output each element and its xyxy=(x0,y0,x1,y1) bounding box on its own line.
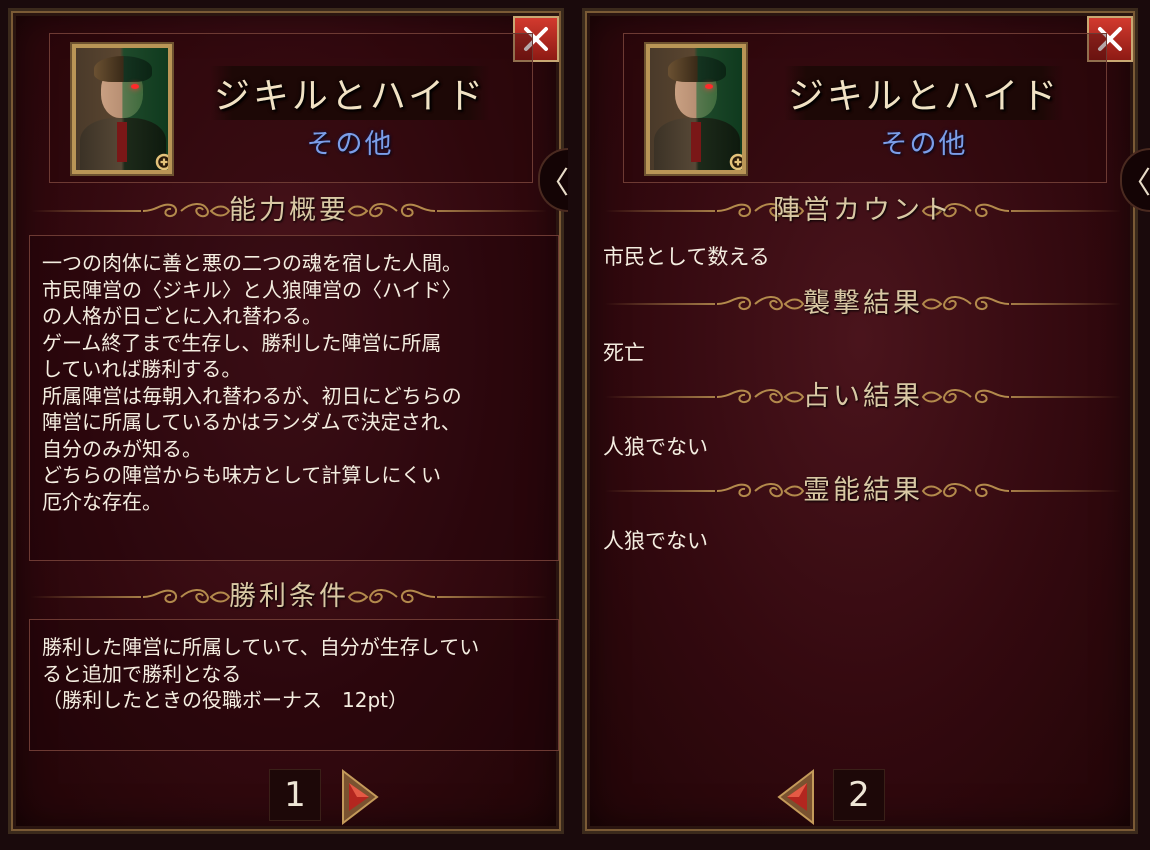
section-title: 勝利条件 xyxy=(229,581,349,612)
role-title: ジキルとハイド xyxy=(787,76,1061,117)
arrow-right-icon xyxy=(342,769,379,825)
magnifier-plus-icon[interactable] xyxy=(728,152,746,174)
page-number: 2 xyxy=(833,769,885,821)
description-line: 自分のみが知る。 xyxy=(42,436,202,461)
page-number: 1 xyxy=(269,769,321,821)
arrow-left-icon xyxy=(777,769,814,825)
description-line: 勝利した陣営に所属していて、自分が生存してい xyxy=(42,635,480,659)
attack-result-value: 死亡 xyxy=(603,341,645,365)
description-line: していれば勝利する。 xyxy=(42,357,242,381)
magnifier-plus-icon[interactable] xyxy=(154,152,172,174)
role-title: ジキルとハイド xyxy=(213,76,487,117)
previous-page-button[interactable] xyxy=(775,769,817,825)
description-line: 陣営に所属しているかはランダムで決定され、 xyxy=(42,410,461,434)
role-portrait[interactable] xyxy=(644,42,748,176)
description-line: どちらの陣営からも味方として計算しにくい xyxy=(42,463,441,487)
section-header-ability: 能力概要 xyxy=(31,193,547,229)
section-header-faction-count: 陣営カウント xyxy=(605,193,1121,229)
description-line: 一つの肉体に善と悪の二つの魂を宿した人間。 xyxy=(42,251,462,275)
description-line: 厄介な存在。 xyxy=(42,489,162,514)
description-line: （勝利したときの役職ボーナス 12pt） xyxy=(42,688,408,712)
role-info-panel-page-1: ジキルとハイド その他 能力概要 一つの肉体に善と悪の二つの魂を宿した人間。 市… xyxy=(8,8,564,834)
section-title: 襲撃結果 xyxy=(803,288,923,319)
ability-description-box: 一つの肉体に善と悪の二つの魂を宿した人間。 市民陣営の〈ジキル〉と人狼陣営の〈ハ… xyxy=(29,235,559,561)
role-header: ジキルとハイド その他 xyxy=(49,33,533,183)
section-header-medium-result: 霊能結果 xyxy=(605,473,1121,509)
role-category: その他 xyxy=(880,129,968,160)
role-portrait[interactable] xyxy=(70,42,174,176)
faction-count-value: 市民として数える xyxy=(603,245,770,269)
role-info-panel-page-2: ジキルとハイド その他 陣営カウント 市民として数える 襲撃結果 死亡 占い結果… xyxy=(582,8,1138,834)
medium-result-value: 人狼でない xyxy=(603,529,708,553)
victory-condition-box: 勝利した陣営に所属していて、自分が生存してい ると追加で勝利となる （勝利したと… xyxy=(29,619,559,751)
section-title: 陣営カウント xyxy=(773,195,953,226)
chevron-left-icon: 〈 xyxy=(539,166,569,201)
description-line: ると追加で勝利となる xyxy=(42,661,242,686)
role-header: ジキルとハイド その他 xyxy=(623,33,1107,183)
section-title: 占い結果 xyxy=(803,381,923,412)
section-title: 能力概要 xyxy=(229,195,349,226)
description-line: 所属陣営は毎朝入れ替わるが、初日にどちらの xyxy=(42,383,462,408)
section-header-victory: 勝利条件 xyxy=(31,579,547,615)
description-line: 市民陣営の〈ジキル〉と人狼陣営の〈ハイド〉 xyxy=(42,277,462,302)
chevron-left-icon: 〈 xyxy=(1121,166,1150,201)
description-line: ゲーム終了まで生存し、勝利した陣営に所属 xyxy=(42,330,442,355)
next-page-button[interactable] xyxy=(339,769,381,825)
role-title-plate: ジキルとハイド xyxy=(210,66,490,120)
section-title: 霊能結果 xyxy=(803,475,923,506)
description-line: の人格が日ごとに入れ替わる。 xyxy=(42,304,322,328)
role-title-plate: ジキルとハイド xyxy=(784,66,1064,120)
section-header-divination-result: 占い結果 xyxy=(605,379,1121,415)
divination-result-value: 人狼でない xyxy=(603,435,708,459)
section-header-attack-result: 襲撃結果 xyxy=(605,286,1121,322)
role-category: その他 xyxy=(306,129,394,160)
